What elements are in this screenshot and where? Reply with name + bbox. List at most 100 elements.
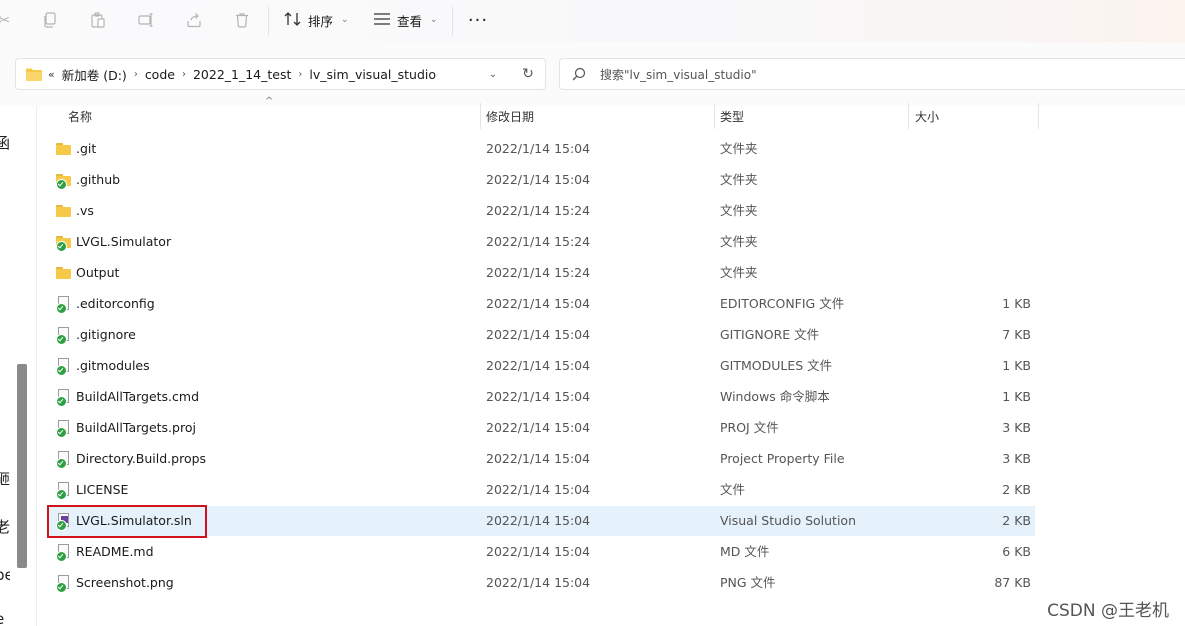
refresh-icon[interactable]: ↻ [518, 64, 538, 84]
folder-icon [26, 68, 42, 81]
image-synced-icon [56, 575, 72, 593]
watermark: CSDN @王老机 [1047, 601, 1169, 621]
column-header-modified[interactable]: 修改日期 [486, 108, 534, 130]
column-divider[interactable] [908, 103, 909, 129]
sort-button[interactable]: 排序 ⌄ [284, 8, 349, 32]
file-row[interactable]: Output 2022/1/14 15:24 文件夹 [47, 258, 1035, 288]
chevron-right-icon[interactable]: › [298, 69, 302, 80]
file-date: 2022/1/14 15:24 [486, 203, 591, 218]
file-row[interactable]: README.md 2022/1/14 15:04 MD 文件 6 KB [47, 537, 1035, 567]
nav-pane-fragment[interactable]: 老 [0, 516, 10, 537]
file-row[interactable]: BuildAllTargets.cmd 2022/1/14 15:04 Window… [47, 382, 1035, 412]
file-type: 文件夹 [720, 265, 758, 280]
file-row[interactable]: Screenshot.png 2022/1/14 15:04 PNG 文件 87 KB [47, 568, 1035, 598]
nav-pane-fragment[interactable]: 函 [0, 132, 10, 153]
file-type: 文件夹 [720, 141, 758, 156]
file-date: 2022/1/14 15:04 [486, 358, 591, 373]
file-date: 2022/1/14 15:04 [486, 327, 591, 342]
toolbar-divider [268, 7, 269, 35]
file-type: Project Property File [720, 451, 845, 466]
file-name: .git [76, 141, 97, 156]
file-row[interactable]: .editorconfig 2022/1/14 15:04 EDITORCONFIG… [47, 289, 1035, 319]
chevron-right-icon[interactable]: › [134, 69, 138, 80]
delete-icon[interactable] [230, 8, 254, 32]
breadcrumb-item-current[interactable]: lv_sim_visual_studio [309, 67, 436, 82]
column-header-name[interactable]: 名称 [68, 108, 92, 130]
search-box[interactable]: 搜索"lv_sim_visual_studio" [559, 58, 1185, 90]
column-header-type[interactable]: 类型 [720, 108, 744, 130]
file-type: EDITORCONFIG 文件 [720, 296, 845, 311]
file-type: 文件 [720, 482, 746, 497]
chevron-right-icon[interactable]: › [182, 69, 186, 80]
view-button[interactable]: 查看 ⌄ [373, 8, 438, 32]
file-type: MD 文件 [720, 544, 770, 559]
nav-pane-fragment[interactable]: 砸 [0, 468, 10, 489]
file-row[interactable]: Directory.Build.props 2022/1/14 15:04 Proj… [47, 444, 1035, 474]
file-name: .gitmodules [76, 358, 150, 373]
file-type: GITIGNORE 文件 [720, 327, 820, 342]
address-bar[interactable]: « 新加卷 (D:) › code › 2022_1_14_test › lv_… [15, 58, 546, 90]
nav-pane-fragment[interactable]: pe [0, 566, 10, 584]
file-date: 2022/1/14 15:04 [486, 513, 591, 528]
file-date: 2022/1/14 15:04 [486, 544, 591, 559]
file-name: LICENSE [76, 482, 129, 497]
copy-icon[interactable] [38, 8, 62, 32]
folder-icon [56, 265, 72, 281]
nav-pane-scrollbar-thumb[interactable] [17, 364, 27, 568]
nav-pane-fragment[interactable]: e [0, 610, 4, 626]
file-synced-icon [56, 327, 72, 345]
breadcrumb-item[interactable]: 新加卷 (D:) [62, 65, 127, 84]
column-header-size[interactable]: 大小 [915, 108, 939, 130]
file-synced-icon [56, 296, 72, 314]
file-date: 2022/1/14 15:24 [486, 234, 591, 249]
file-row[interactable]: LVGL.Simulator 2022/1/14 15:24 文件夹 [47, 227, 1035, 257]
breadcrumb-item[interactable]: code [145, 67, 175, 82]
file-row[interactable]: BuildAllTargets.proj 2022/1/14 15:04 PROJ … [47, 413, 1035, 443]
column-divider[interactable] [480, 103, 481, 129]
file-row[interactable]: .vs 2022/1/14 15:24 文件夹 [47, 196, 1035, 226]
file-name: LVGL.Simulator [76, 234, 172, 249]
file-row[interactable]: .git 2022/1/14 15:04 文件夹 [47, 134, 1035, 164]
file-date: 2022/1/14 15:04 [486, 296, 591, 311]
file-name: .gitignore [76, 327, 136, 342]
folder-icon [56, 141, 72, 157]
file-size: 2 KB [1002, 482, 1031, 497]
file-date: 2022/1/14 15:04 [486, 141, 591, 156]
chevron-down-icon: ⌄ [430, 15, 438, 25]
more-options-button[interactable]: ··· [466, 8, 490, 32]
search-input[interactable]: 搜索"lv_sim_visual_studio" [600, 66, 757, 83]
file-row[interactable]: .gitignore 2022/1/14 15:04 GITIGNORE 文件 7 K… [47, 320, 1035, 350]
search-icon [572, 67, 586, 81]
file-synced-icon [56, 451, 72, 469]
file-size: 1 KB [1002, 296, 1031, 311]
folder-icon [56, 203, 72, 219]
column-divider[interactable] [714, 103, 715, 129]
command-bar: ✂ 排序 ⌄ 查看 ⌄ ··· [0, 0, 1185, 42]
file-name: .github [76, 172, 121, 187]
rename-icon[interactable] [134, 8, 158, 32]
sort-icon [284, 11, 302, 30]
file-type: GITMODULES 文件 [720, 358, 833, 373]
file-row[interactable]: .github 2022/1/14 15:04 文件夹 [47, 165, 1035, 195]
cut-icon[interactable]: ✂ [0, 8, 16, 32]
column-divider[interactable] [1038, 103, 1039, 129]
chevron-down-icon[interactable]: ⌄ [484, 65, 502, 83]
file-row[interactable]: LICENSE 2022/1/14 15:04 文件 2 KB [47, 475, 1035, 505]
share-icon[interactable] [182, 8, 206, 32]
file-size: 6 KB [1002, 544, 1031, 559]
breadcrumb-overflow[interactable]: « [48, 68, 55, 81]
file-type: PNG 文件 [720, 575, 776, 590]
file-type: Windows 命令脚本 [720, 389, 830, 404]
breadcrumb-item[interactable]: 2022_1_14_test [193, 67, 291, 82]
toolbar-divider [452, 7, 453, 35]
file-date: 2022/1/14 15:04 [486, 172, 591, 187]
file-type: 文件夹 [720, 234, 758, 249]
file-name: .editorconfig [76, 296, 155, 311]
paste-icon[interactable] [86, 8, 110, 32]
folder-synced-icon [56, 234, 72, 252]
file-row[interactable]: .gitmodules 2022/1/14 15:04 GITMODULES 文件 1… [47, 351, 1035, 381]
file-name: Screenshot.png [76, 575, 174, 590]
pane-divider[interactable] [36, 106, 37, 626]
file-name: Output [76, 265, 120, 280]
file-date: 2022/1/14 15:04 [486, 482, 591, 497]
